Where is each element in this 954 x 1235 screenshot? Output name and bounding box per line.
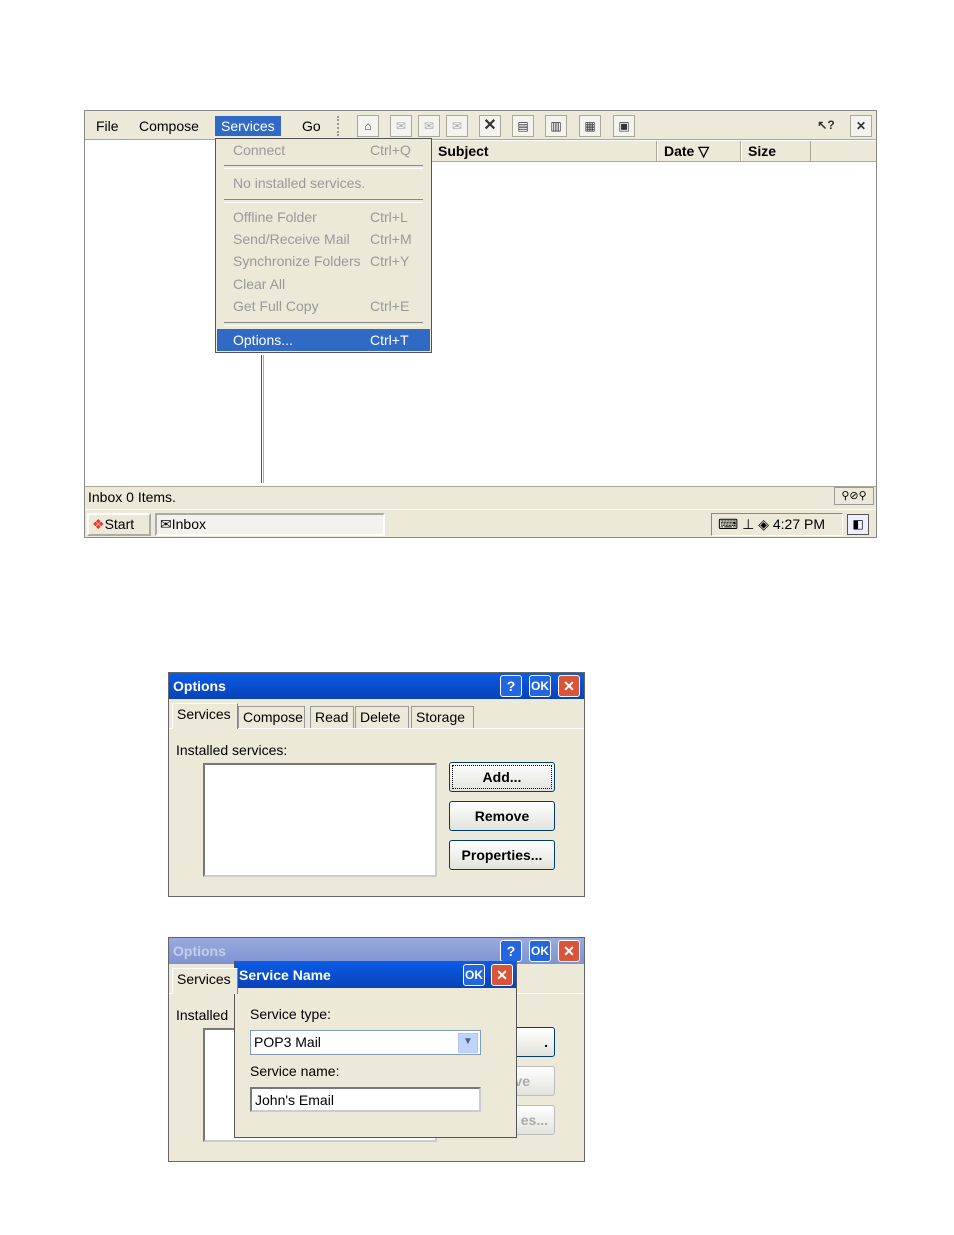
taskbar-inbox-button[interactable]: ✉Inbox: [155, 513, 385, 536]
menu-item-label: Synchronize Folders: [233, 253, 361, 269]
options-dialog: Options ? OK ✕ Services Compose Read Del…: [168, 672, 585, 897]
menu-item-label: Clear All: [233, 276, 286, 292]
pane-splitter[interactable]: [261, 355, 264, 483]
menu-file[interactable]: File: [90, 116, 125, 136]
ok-button[interactable]: OK: [463, 964, 485, 986]
message-area: [85, 140, 876, 486]
menu-item-label: Get Full Copy: [233, 298, 319, 314]
inbox-icon: ✉: [160, 516, 172, 532]
inbox-window: File Compose Services Go ⌂ ✉ ✉ ✉ ✕ ▤ ▥ ▦…: [84, 110, 877, 538]
network-icon[interactable]: ⊥: [742, 516, 754, 532]
help-icon[interactable]: ↖?: [815, 115, 837, 137]
tab-storage[interactable]: Storage: [411, 706, 474, 728]
copy-icon[interactable]: ▥: [545, 115, 567, 137]
menu-go[interactable]: Go: [296, 116, 327, 136]
keyboard-icon[interactable]: ⌨: [718, 516, 738, 532]
forward-icon[interactable]: ✉: [446, 115, 468, 137]
reply-all-icon[interactable]: ✉: [418, 115, 440, 137]
dialog-title: Options: [173, 678, 226, 694]
address-book-icon[interactable]: ▣: [613, 115, 635, 137]
installed-services-label: Installed services:: [176, 742, 288, 758]
menu-item-synchronize[interactable]: Synchronize Folders Ctrl+Y: [217, 250, 430, 272]
menu-item-no-services[interactable]: No installed services.: [217, 172, 430, 194]
taskbar: ❖Start ✉Inbox ⌨ ⊥ ◈ 4:27 PM ◧: [85, 509, 876, 537]
close-button[interactable]: ✕: [558, 940, 580, 962]
column-size[interactable]: Size: [741, 141, 811, 161]
ok-button[interactable]: OK: [529, 940, 551, 962]
service-type-select[interactable]: POP3 Mail ▼: [250, 1030, 481, 1055]
menu-item-send-receive[interactable]: Send/Receive Mail Ctrl+M: [217, 228, 430, 250]
service-name-dialog: Service Name OK ✕ Service type: POP3 Mai…: [234, 961, 517, 1138]
service-type-value: POP3 Mail: [254, 1034, 321, 1050]
tab-delete[interactable]: Delete: [355, 706, 409, 728]
menu-separator: [224, 165, 423, 169]
services-tab-page: Installed services: Add... Remove Proper…: [169, 728, 584, 896]
remove-button[interactable]: Remove: [449, 801, 555, 831]
clock: 4:27 PM: [772, 516, 826, 532]
menu-separator: [224, 199, 423, 203]
reply-icon[interactable]: ✉: [390, 115, 412, 137]
show-desktop-icon[interactable]: ◧: [847, 514, 869, 535]
service-name-value: John's Email: [255, 1092, 334, 1108]
installed-services-list[interactable]: [203, 763, 437, 877]
menu-item-clear-all[interactable]: Clear All: [217, 273, 430, 295]
menu-item-shortcut: Ctrl+Y: [370, 253, 410, 269]
toolbar-grip[interactable]: [337, 116, 343, 136]
properties-button[interactable]: Properties...: [449, 840, 555, 870]
tab-read[interactable]: Read: [310, 706, 354, 728]
column-date[interactable]: Date ▽: [657, 141, 741, 161]
menu-item-shortcut: Ctrl+T: [370, 332, 409, 348]
status-bar: Inbox 0 Items.: [85, 486, 876, 508]
menu-item-shortcut: Ctrl+E: [370, 298, 410, 314]
menu-services[interactable]: Services: [215, 116, 281, 136]
menu-bar: File Compose Services Go ⌂ ✉ ✉ ✉ ✕ ▤ ▥ ▦…: [85, 111, 876, 140]
menu-item-offline-folder[interactable]: Offline Folder Ctrl+L: [217, 206, 430, 228]
installed-services-label: Installed: [176, 1007, 229, 1023]
menu-item-connect[interactable]: Connect Ctrl+Q: [217, 139, 430, 161]
service-name-label: Service name:: [250, 1063, 340, 1079]
service-name-input[interactable]: John's Email: [250, 1087, 481, 1112]
menu-item-shortcut: Ctrl+L: [370, 209, 408, 225]
menu-separator: [224, 322, 423, 326]
services-menu: Connect Ctrl+Q No installed services. Off…: [215, 138, 432, 353]
menu-item-label: Send/Receive Mail: [233, 231, 350, 247]
service-type-label: Service type:: [250, 1006, 331, 1022]
menu-item-shortcut: Ctrl+Q: [370, 142, 411, 158]
move-icon[interactable]: ▤: [512, 115, 534, 137]
close-button[interactable]: ✕: [558, 675, 580, 697]
start-label: Start: [104, 516, 135, 532]
menu-item-shortcut: Ctrl+M: [370, 231, 412, 247]
start-button[interactable]: ❖Start: [87, 513, 151, 536]
close-button[interactable]: ✕: [491, 964, 513, 986]
menu-compose[interactable]: Compose: [133, 116, 205, 136]
delete-icon[interactable]: ✕: [479, 115, 501, 137]
connection-status-icon: ⚲⊘⚲: [834, 487, 874, 505]
chevron-down-icon[interactable]: ▼: [458, 1033, 478, 1053]
menu-item-label: No installed services.: [233, 175, 366, 191]
tab-strip: Services Compose Read Delete Storage: [169, 703, 584, 729]
menu-item-label: Options...: [233, 332, 293, 348]
menu-item-get-full-copy[interactable]: Get Full Copy Ctrl+E: [217, 295, 430, 317]
sync-icon[interactable]: ◈: [758, 516, 769, 532]
menu-item-options[interactable]: Options... Ctrl+T: [217, 329, 430, 351]
tab-services[interactable]: Services: [172, 968, 238, 994]
inbox-home-icon[interactable]: ⌂: [357, 115, 379, 137]
message-list-header: Subject Date ▽ Size: [431, 141, 876, 162]
menu-item-label: Offline Folder: [233, 209, 317, 225]
tab-services[interactable]: Services: [172, 703, 238, 729]
menu-item-label: Connect: [233, 142, 286, 158]
dialog-title: Options: [173, 943, 226, 959]
taskbar-inbox-label: Inbox: [171, 516, 206, 532]
dialog-title: Service Name: [239, 967, 331, 983]
tab-compose[interactable]: Compose: [238, 706, 305, 728]
help-button[interactable]: ?: [500, 940, 522, 962]
ok-button[interactable]: OK: [529, 675, 551, 697]
windows-flag-icon: ❖: [92, 516, 105, 532]
close-icon[interactable]: ✕: [850, 115, 872, 137]
column-subject[interactable]: Subject: [431, 141, 657, 161]
help-button[interactable]: ?: [500, 675, 522, 697]
mark-icon[interactable]: ▦: [579, 115, 601, 137]
system-tray: ⌨ ⊥ ◈ 4:27 PM: [711, 513, 843, 536]
add-button[interactable]: Add...: [449, 762, 555, 792]
